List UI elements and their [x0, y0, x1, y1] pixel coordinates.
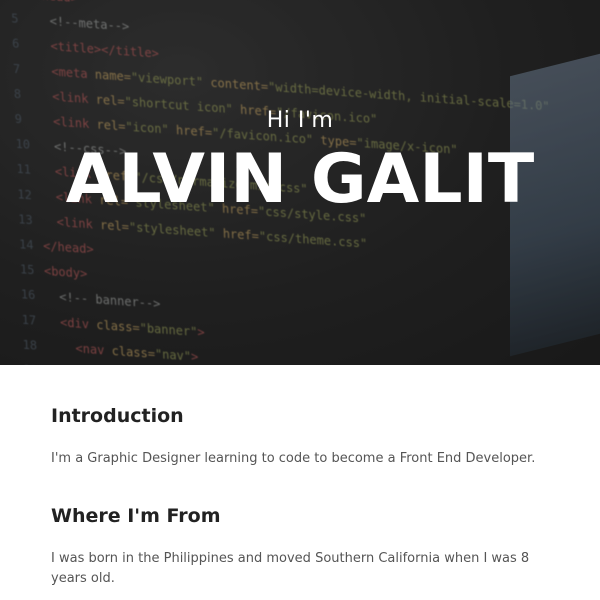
section-heading: Where I'm From [51, 505, 221, 527]
main-content: Introduction I'm a Graphic Designer lear… [0, 365, 600, 589]
section-body: I was born in the Philippines and moved … [51, 551, 530, 586]
section-where-from: Where I'm From I was born in the Philipp… [51, 505, 549, 589]
section-heading: Introduction [51, 405, 184, 427]
hero-name: ALVIN GALIT [65, 140, 535, 219]
section-introduction: Introduction I'm a Graphic Designer lear… [51, 405, 549, 469]
section-body: I'm a Graphic Designer learning to code … [51, 451, 536, 466]
hero-banner: 4<head> 5 <!--meta--> 6 <title></title> … [0, 0, 600, 365]
hero-greeting: Hi I'm [266, 108, 334, 133]
